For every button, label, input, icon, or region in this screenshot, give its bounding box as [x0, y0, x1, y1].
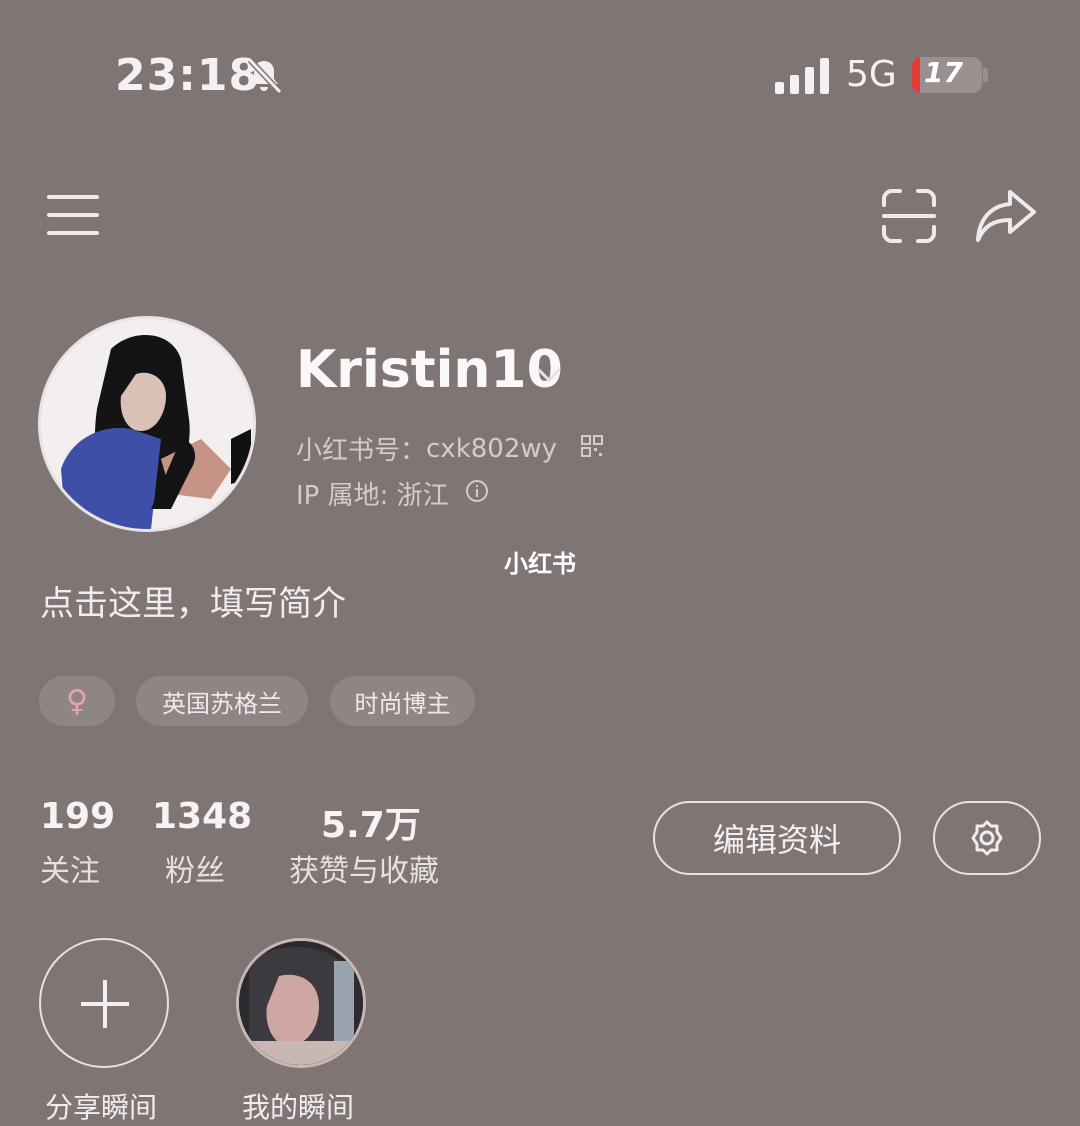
bell-off-icon — [247, 57, 283, 95]
username[interactable]: Kristin10 — [296, 340, 563, 400]
my-moment-thumbnail[interactable] — [236, 938, 366, 1068]
chevron-down-icon[interactable] — [536, 366, 562, 384]
watermark: 小红书 — [504, 550, 576, 578]
red-id-row: 小红书号： cxk802wy — [296, 430, 557, 467]
likes-label[interactable]: 获赞与收藏 — [289, 846, 439, 890]
followers-count[interactable]: 1348 — [152, 796, 252, 837]
ip-location: 浙江 — [396, 481, 449, 511]
avatar-image — [41, 319, 253, 529]
likes-count[interactable]: 5.7万 — [321, 796, 421, 848]
occupation-tag: 时尚博主 — [330, 676, 475, 726]
followers-label[interactable]: 粉丝 — [165, 846, 225, 890]
settings-button[interactable] — [933, 801, 1041, 875]
battery-icon: 17 — [912, 57, 982, 93]
battery-level: 17 — [924, 57, 963, 89]
moment-image — [239, 941, 363, 1065]
scan-icon[interactable] — [880, 187, 938, 245]
avatar[interactable] — [38, 316, 256, 532]
following-label[interactable]: 关注 — [40, 846, 100, 890]
red-id: cxk802wy — [426, 433, 558, 464]
battery-tip — [983, 68, 988, 82]
settings-icon — [971, 820, 1003, 856]
my-moment-label: 我的瞬间 — [242, 1091, 355, 1124]
female-icon: ♀ — [66, 683, 88, 719]
info-icon[interactable] — [465, 479, 489, 503]
menu-icon[interactable] — [47, 193, 99, 237]
gender-tag: ♀ — [39, 676, 115, 726]
share-icon[interactable] — [974, 186, 1038, 244]
share-moment-label: 分享瞬间 — [45, 1091, 158, 1124]
red-id-label: 小红书号： — [296, 436, 427, 466]
status-time: 23:18 — [115, 50, 261, 101]
following-count[interactable]: 199 — [40, 796, 115, 837]
share-moment-button[interactable] — [39, 938, 169, 1068]
network-type: 5G — [846, 54, 897, 95]
bio-placeholder[interactable]: 点击这里，填写简介 — [40, 576, 346, 625]
edit-profile-button[interactable]: 编辑资料 — [653, 801, 901, 875]
location-tag: 英国苏格兰 — [136, 676, 308, 726]
ip-label: IP 属地: — [296, 481, 397, 511]
ip-location-row: IP 属地: 浙江 — [296, 475, 449, 512]
qr-code-icon[interactable] — [580, 434, 604, 458]
signal-icon — [775, 58, 829, 94]
